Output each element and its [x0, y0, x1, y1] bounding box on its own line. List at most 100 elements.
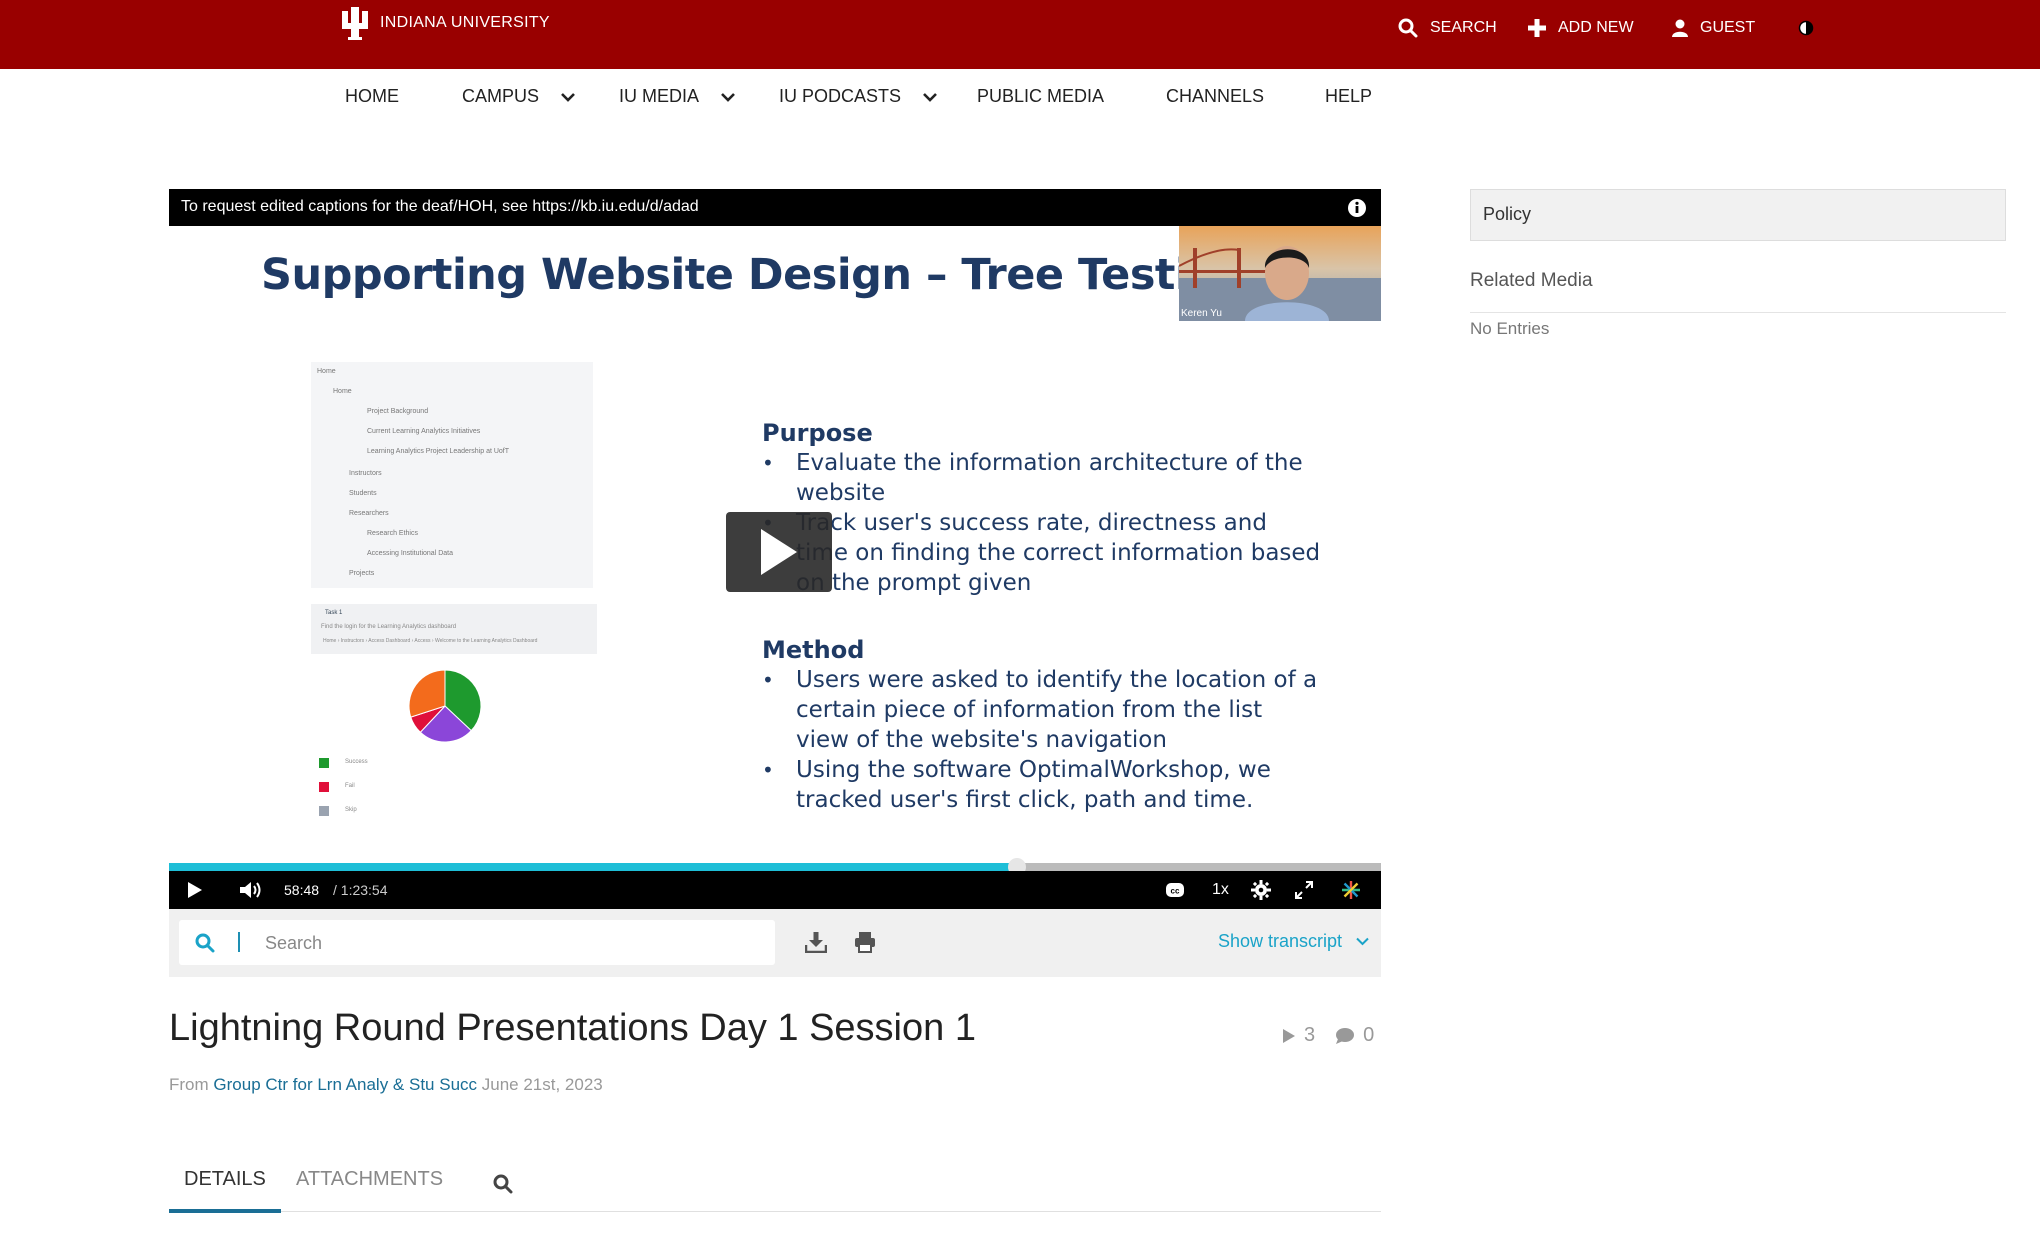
task-path: Home › Instructors › Access Dashboard › … [323, 638, 538, 644]
transcript-toolbar: Show transcript [169, 909, 1381, 977]
volume-button[interactable] [239, 871, 263, 909]
transcript-search-box [179, 920, 775, 965]
fullscreen-icon [1295, 881, 1313, 899]
tree-item: Home [317, 368, 336, 375]
search-icon [195, 933, 215, 958]
show-transcript-button[interactable]: Show transcript [1218, 931, 1369, 952]
search-icon [1398, 18, 1418, 38]
entry-owner-link[interactable]: Group Ctr for Lrn Analy & Stu Succ [213, 1075, 477, 1094]
results-row: Success [319, 756, 589, 770]
playback-speed-button[interactable]: 1x [1212, 881, 1229, 899]
legend-label: Fail [345, 783, 355, 789]
chevron-down-icon [923, 92, 937, 102]
add-new-label: ADD NEW [1558, 19, 1634, 36]
nav-public-media[interactable]: PUBLIC MEDIA [977, 86, 1104, 107]
slide-bullet: Evaluate the information architecture of… [762, 448, 1322, 508]
plays-value: 3 [1304, 1024, 1316, 1046]
tree-item: Current Learning Analytics Initiatives [367, 428, 481, 435]
search-icon [493, 1174, 513, 1194]
results-row: Fail [319, 780, 589, 794]
iu-logo[interactable]: INDIANA UNIVERSITY [340, 5, 550, 41]
play-button[interactable] [187, 871, 203, 909]
print-icon [855, 932, 875, 953]
contrast-toggle-button[interactable] [1798, 20, 1814, 36]
webcam-name-label: Keren Yu [1181, 308, 1222, 319]
slide-bullet: Using the software OptimalWorkshop, we t… [762, 755, 1322, 815]
slide-tree-screenshot: Home Home Project Background Current Lea… [311, 362, 593, 588]
chevron-down-icon [561, 92, 575, 102]
volume-icon [240, 882, 261, 898]
tab-details[interactable]: DETAILS [184, 1168, 266, 1191]
transcript-search-input[interactable] [265, 930, 745, 956]
comments-value: 0 [1363, 1024, 1375, 1046]
legend-swatch [319, 806, 329, 816]
slide-title: Supporting Website Design – Tree Testing [261, 250, 1250, 300]
kaltura-logo-icon [1342, 881, 1360, 899]
player-control-bar: 58:48 / 1:23:54 cc 1x [169, 871, 1381, 909]
closed-captions-icon: cc [1166, 883, 1184, 897]
results-row: Skip [319, 804, 589, 818]
show-transcript-label: Show transcript [1217, 931, 1342, 951]
add-new-button[interactable]: ADD NEW [1528, 19, 1634, 37]
policy-panel[interactable]: Policy [1470, 189, 2006, 241]
entry-date: June 21st, 2023 [481, 1075, 603, 1094]
slide-method-list: Users were asked to identify the locatio… [762, 665, 1322, 815]
nav-help-label: HELP [1325, 86, 1373, 106]
video-player[interactable]: Supporting Website Design – Tree Testing [169, 189, 1381, 909]
iu-trident-icon [342, 7, 368, 40]
slide-task-screenshot: Task 1 Find the login for the Learning A… [311, 604, 597, 654]
info-icon[interactable] [1347, 198, 1367, 223]
logo-text: INDIANA UNIVERSITY [380, 14, 550, 31]
kaltura-logo-button[interactable] [1341, 871, 1361, 909]
tree-item: Research Ethics [367, 530, 418, 537]
legend-swatch [319, 758, 329, 768]
nav-iu-podcasts[interactable]: IU PODCASTS [779, 86, 937, 107]
active-tab-indicator [169, 1209, 281, 1213]
play-icon [1283, 1028, 1295, 1043]
captions-button[interactable]: cc [1165, 871, 1185, 909]
print-transcript-button[interactable] [854, 931, 876, 958]
fullscreen-button[interactable] [1295, 871, 1313, 909]
guest-menu-button[interactable]: GUEST [1672, 19, 1755, 37]
nav-home[interactable]: HOME [345, 86, 399, 107]
slide-bullet: Users were asked to identify the locatio… [762, 665, 1322, 755]
legend-label: Skip [345, 807, 357, 813]
seek-bar-played [169, 863, 1018, 871]
tree-item: Researchers [349, 510, 389, 517]
play-icon [188, 882, 202, 898]
tab-search-button[interactable] [493, 1174, 513, 1199]
chevron-down-icon [721, 92, 735, 102]
entry-meta: From Group Ctr for Lrn Analy & Stu Succ … [169, 1075, 603, 1095]
nav-campus[interactable]: CAMPUS [462, 86, 575, 107]
nav-iu-media[interactable]: IU MEDIA [619, 86, 735, 107]
nav-home-label: HOME [345, 86, 399, 106]
caption-notice-bar: To request edited captions for the deaf/… [169, 189, 1381, 226]
divider [1470, 312, 2006, 313]
user-icon [1672, 19, 1688, 37]
current-time: 58:48 [284, 882, 320, 898]
related-no-entries: No Entries [1470, 319, 1550, 338]
slide-pie-chart [407, 668, 483, 749]
entry-title: Lightning Round Presentations Day 1 Sess… [169, 1007, 976, 1049]
tree-item: Learning Analytics Project Leadership at… [367, 448, 510, 455]
nav-channels[interactable]: CHANNELS [1166, 86, 1264, 107]
search-divider [238, 932, 240, 952]
seek-bar[interactable] [169, 858, 1381, 876]
plus-icon [1528, 19, 1546, 37]
nav-iu-podcasts-label: IU PODCASTS [779, 86, 902, 106]
comment-icon [1336, 1027, 1355, 1044]
svg-text:cc: cc [1171, 887, 1180, 896]
tab-attachments[interactable]: ATTACHMENTS [296, 1168, 443, 1191]
slide-results-table: Success Fail Skip [319, 756, 589, 846]
big-play-button[interactable] [726, 512, 832, 592]
top-header-bar: INDIANA UNIVERSITY SEARCH ADD NEW GUEST [0, 0, 2040, 69]
settings-button[interactable] [1251, 871, 1271, 909]
nav-help[interactable]: HELP [1325, 86, 1372, 107]
download-transcript-button[interactable] [804, 931, 828, 958]
nav-public-media-label: PUBLIC MEDIA [977, 86, 1105, 106]
header-search-button[interactable]: SEARCH [1398, 18, 1497, 38]
header-search-label: SEARCH [1430, 19, 1497, 36]
tree-item: Projects [349, 570, 375, 577]
legend-label: Success [345, 759, 368, 765]
chevron-down-icon [1356, 937, 1369, 946]
